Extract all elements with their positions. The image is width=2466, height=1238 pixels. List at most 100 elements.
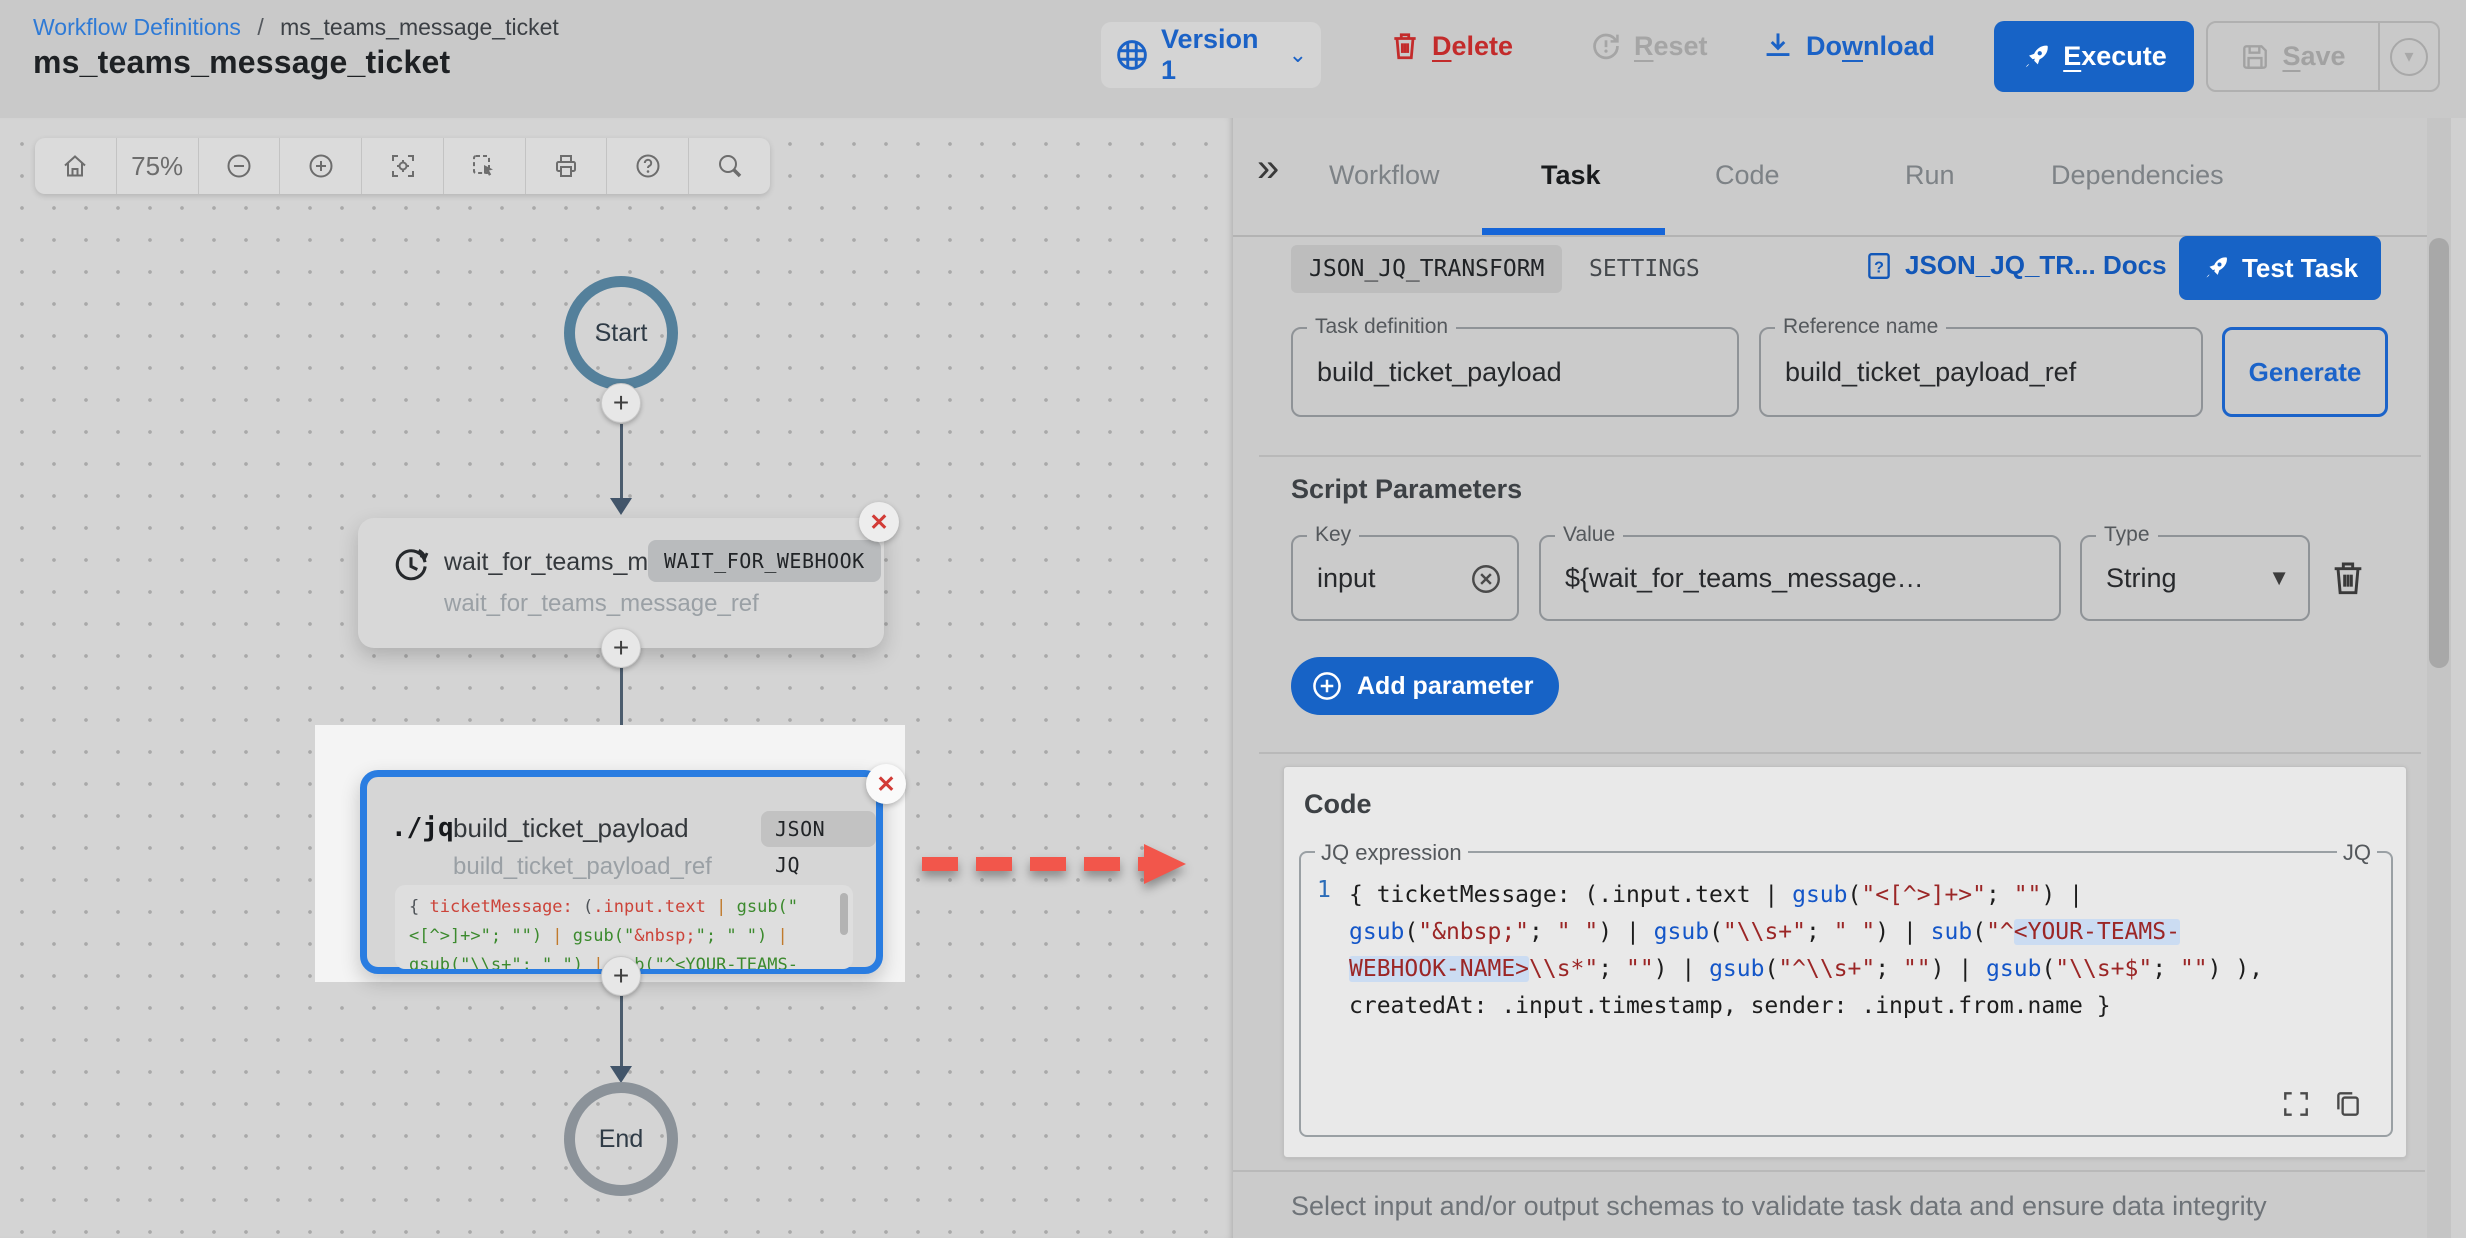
chevron-down-icon: ⌄ — [1289, 42, 1307, 68]
tab-run[interactable]: Run — [1905, 160, 1955, 191]
zoom-level[interactable]: 75% — [117, 138, 199, 194]
edge-arrowhead — [610, 498, 632, 515]
section-divider — [1259, 455, 2421, 457]
jq-task-icon: ./jq — [391, 813, 454, 843]
section-divider — [1233, 1170, 2425, 1172]
param-type-select[interactable]: Type String ▼ — [2080, 535, 2310, 621]
select-caret-icon: ▼ — [2268, 565, 2290, 591]
version-label: Version 1 — [1161, 24, 1271, 86]
generate-button[interactable]: Generate — [2222, 327, 2388, 417]
delete-button[interactable]: Delete — [1390, 30, 1513, 62]
panel-scrollbar-gutter — [2451, 118, 2466, 1238]
add-task-button-after-start[interactable]: + — [601, 383, 641, 423]
tab-workflow[interactable]: Workflow — [1329, 160, 1440, 191]
task-type-chip[interactable]: JSON_JQ_TRANSFORM — [1291, 245, 1562, 293]
trash-icon — [1390, 30, 1420, 62]
breadcrumb: Workflow Definitions / ms_teams_message_… — [33, 14, 559, 41]
save-button[interactable]: Save — [2208, 41, 2378, 72]
zoom-in-button[interactable] — [280, 138, 362, 194]
save-button-group: Save ▾ — [2206, 21, 2440, 92]
clear-key-icon[interactable] — [1469, 562, 1503, 596]
zoom-out-button[interactable] — [199, 138, 281, 194]
select-area-button[interactable] — [444, 138, 526, 194]
version-selector[interactable]: Version 1 ⌄ — [1101, 22, 1321, 88]
jq-language-label: JQ — [2337, 840, 2377, 866]
schema-note-line1: Select input and/or output schemas to va… — [1291, 1184, 2351, 1228]
test-task-button[interactable]: Test Task — [2179, 236, 2381, 300]
jq-task-type-badge: JSON JQ — [761, 811, 876, 847]
wait-task-type-badge: WAIT_FOR_WEBHOOK — [648, 540, 881, 582]
panel-tabs: » Workflow Task Code Run Dependencies — [1233, 118, 2466, 237]
app-header: Workflow Definitions / ms_teams_message_… — [0, 0, 2466, 119]
code-section: Code JQ expression JQ 1 { ticketMessage:… — [1283, 766, 2407, 1158]
task-definition-value[interactable]: build_ticket_payload — [1317, 329, 1717, 415]
code-line-number: 1 — [1317, 877, 1331, 903]
docs-link[interactable]: ? JSON_JQ_TR... Docs — [1865, 250, 2167, 281]
add-task-button-after-wait[interactable]: + — [601, 628, 641, 668]
jq-expression-code[interactable]: { ticketMessage: (.input.text | gsub("<[… — [1349, 877, 2371, 1025]
print-button[interactable] — [526, 138, 608, 194]
section-divider — [1259, 752, 2421, 754]
jq-task-node-selected[interactable]: ✕ ./jq build_ticket_payload JSON JQ buil… — [360, 770, 883, 974]
save-options-button[interactable]: ▾ — [2380, 38, 2438, 76]
breadcrumb-separator: / — [257, 14, 263, 40]
edge-arrowhead — [610, 1066, 632, 1083]
reset-button[interactable]: Reset — [1590, 30, 1708, 62]
preview-scrollbar[interactable] — [840, 893, 848, 935]
param-value-value[interactable]: ${wait_for_teams_message… — [1565, 537, 2039, 619]
code-toolbar — [2281, 1089, 2363, 1119]
schema-note: Select input and/or output schemas to va… — [1291, 1184, 2351, 1238]
tab-dependencies[interactable]: Dependencies — [2051, 160, 2224, 191]
reset-icon — [1590, 30, 1622, 62]
breadcrumb-link-workflow-definitions[interactable]: Workflow Definitions — [33, 14, 241, 40]
edge-start-to-wait — [620, 424, 623, 498]
docs-book-icon: ? — [1865, 251, 1893, 281]
script-parameters-heading: Script Parameters — [1291, 474, 1522, 505]
delete-parameter-button[interactable] — [2329, 558, 2367, 598]
task-definition-field[interactable]: Task definition build_ticket_payload — [1291, 327, 1739, 417]
tab-task[interactable]: Task — [1541, 160, 1601, 191]
plus-circle-icon — [1311, 670, 1343, 702]
add-task-button-after-jq[interactable]: + — [601, 956, 641, 996]
help-button[interactable] — [607, 138, 689, 194]
edge-jq-to-end — [620, 996, 623, 1066]
end-node[interactable]: End — [564, 1082, 678, 1196]
copy-code-icon[interactable] — [2333, 1089, 2363, 1119]
download-button[interactable]: Download — [1762, 30, 1935, 62]
add-parameter-button[interactable]: Add parameter — [1291, 657, 1559, 715]
annotation-arrow — [922, 844, 1190, 884]
reference-name-field[interactable]: Reference name build_ticket_payload_ref — [1759, 327, 2203, 417]
expand-editor-icon[interactable] — [2281, 1089, 2311, 1119]
start-node-label: Start — [595, 319, 648, 348]
fit-to-screen-button[interactable] — [362, 138, 444, 194]
chevron-down-icon: ▾ — [2390, 38, 2428, 76]
rocket-icon — [2021, 42, 2051, 72]
jq-expression-editor[interactable]: JQ expression JQ 1 { ticketMessage: (.in… — [1299, 851, 2393, 1137]
active-tab-indicator — [1482, 228, 1665, 235]
wait-webhook-icon — [390, 544, 432, 586]
panel-scrollbar-track[interactable] — [2427, 118, 2451, 1238]
reference-name-value[interactable]: build_ticket_payload_ref — [1785, 329, 2181, 415]
task-details-panel: » Workflow Task Code Run Dependencies JS… — [1233, 118, 2466, 1238]
remove-wait-task-button[interactable]: ✕ — [859, 502, 899, 542]
search-button[interactable] — [689, 138, 770, 194]
panel-scrollbar-thumb[interactable] — [2429, 238, 2449, 668]
workflow-canvas[interactable]: 75% — [0, 118, 1233, 1238]
settings-tab[interactable]: SETTINGS — [1589, 256, 1700, 282]
execute-button[interactable]: Execute — [1994, 21, 2194, 92]
param-value-field[interactable]: Value ${wait_for_teams_message… — [1539, 535, 2061, 621]
download-icon — [1762, 30, 1794, 62]
home-button[interactable] — [35, 138, 117, 194]
param-key-field[interactable]: Key input — [1291, 535, 1519, 621]
page-title: ms_teams_message_ticket — [33, 44, 450, 81]
schema-note-line2: throughout the workflow execution. Learn… — [1291, 1228, 2351, 1238]
remove-jq-task-button[interactable]: ✕ — [866, 764, 906, 804]
version-icon — [1115, 38, 1149, 72]
param-type-value[interactable]: String — [2106, 537, 2258, 619]
wait-task-ref: wait_for_teams_message_ref — [444, 590, 759, 618]
annotation-arrow-head — [1144, 844, 1186, 884]
param-key-value[interactable]: input — [1317, 537, 1461, 619]
tab-code[interactable]: Code — [1715, 160, 1780, 191]
start-node[interactable]: Start — [564, 276, 678, 390]
collapse-panel-icon[interactable]: » — [1257, 148, 1279, 188]
